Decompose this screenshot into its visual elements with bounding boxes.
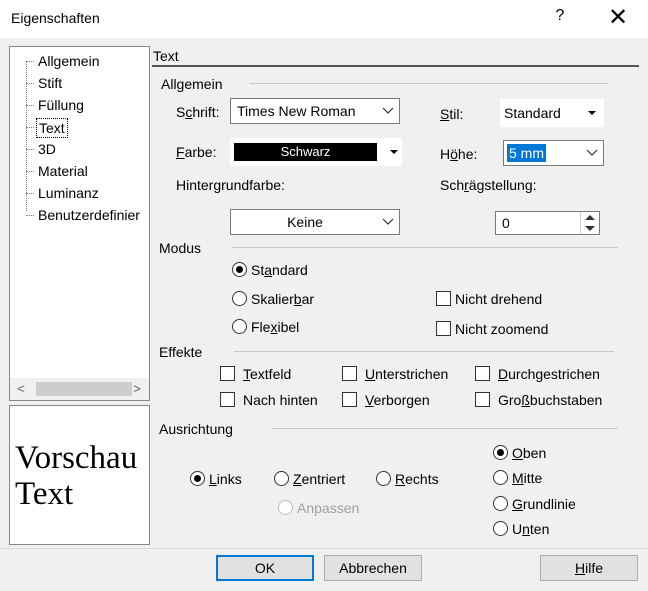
chevron-down-icon — [381, 103, 395, 117]
abbrechen-button[interactable]: Abbrechen — [324, 555, 422, 581]
valign-grundlinie-radio[interactable] — [493, 496, 508, 511]
valign-unten-radio[interactable] — [493, 521, 508, 536]
stil-label: Stil: — [440, 106, 464, 122]
mode-flexibel-label[interactable]: Flexibel — [251, 319, 299, 335]
group-effekte-label: Effekte — [159, 344, 203, 360]
group-modus-label: Modus — [159, 240, 202, 256]
chevron-down-icon — [585, 145, 599, 159]
scroll-left-icon[interactable]: < — [12, 380, 30, 398]
nach-hinten-checkbox[interactable] — [220, 392, 235, 407]
scroll-right-icon[interactable]: > — [128, 380, 146, 398]
valign-unten-label[interactable]: Unten — [512, 521, 549, 537]
grossbuchstaben-checkbox[interactable] — [475, 392, 490, 407]
grossbuchstaben-label[interactable]: Großbuchstaben — [498, 392, 602, 408]
preview-box: Vorschau Text — [9, 405, 150, 545]
valign-mitte-radio[interactable] — [493, 470, 508, 485]
hilfe-button[interactable]: Hilfe — [540, 555, 638, 581]
style-select[interactable]: Standard — [500, 99, 604, 127]
group-divider — [272, 428, 618, 429]
mode-standard-label[interactable]: Standard — [251, 262, 308, 278]
valign-mitte-label[interactable]: Mitte — [512, 470, 542, 486]
chevron-down-icon — [381, 214, 395, 228]
valign-oben-label[interactable]: Oben — [512, 445, 546, 461]
durchgestrichen-checkbox[interactable] — [475, 366, 490, 381]
spin-down-icon[interactable] — [585, 226, 595, 231]
group-divider — [232, 247, 618, 248]
panel-title: Text — [153, 48, 179, 64]
tree-item-3d[interactable]: 3D — [36, 140, 58, 158]
ok-button[interactable]: OK — [216, 555, 314, 581]
tree-item-benutzerdefiniert[interactable]: Benutzerdefinier — [36, 206, 142, 224]
nicht-zoomend-label[interactable]: Nicht zoomend — [455, 321, 548, 337]
verborgen-checkbox[interactable] — [342, 392, 357, 407]
schrift-label: Schrift: — [176, 104, 220, 120]
tree-item-fuellung[interactable]: Füllung — [36, 96, 86, 114]
mode-skalierbar-label[interactable]: Skalierbar — [251, 291, 314, 307]
close-icon[interactable]: ✕ — [600, 3, 636, 33]
scroll-thumb[interactable] — [36, 382, 132, 396]
category-tree[interactable]: Allgemein Stift Füllung Text 3D Material… — [9, 46, 150, 401]
mode-skalierbar-radio[interactable] — [232, 291, 247, 306]
valign-oben-radio[interactable] — [493, 445, 508, 460]
font-select[interactable]: Times New Roman — [230, 98, 400, 124]
mode-standard-radio[interactable] — [232, 262, 247, 277]
align-links-label[interactable]: Links — [209, 471, 242, 487]
tree-item-luminanz[interactable]: Luminanz — [36, 184, 101, 202]
farbe-label: Farbe: — [176, 144, 217, 160]
preview-text: Vorschau Text — [15, 440, 138, 512]
group-allgemein-label: Allgemein — [161, 76, 223, 92]
textfeld-label[interactable]: Textfeld — [243, 366, 291, 382]
hoehe-label: Höhe: — [440, 146, 478, 162]
align-zentriert-label[interactable]: Zentriert — [293, 471, 345, 487]
color-swatch: Schwarz — [234, 143, 377, 161]
spin-up-icon[interactable] — [585, 215, 595, 220]
textfeld-checkbox[interactable] — [220, 366, 235, 381]
unterstrichen-label[interactable]: Unterstrichen — [365, 366, 448, 382]
skew-spinner[interactable]: 0 — [495, 211, 600, 235]
group-ausrichtung-label: Ausrichtung — [159, 421, 233, 437]
durchgestrichen-label[interactable]: Durchgestrichen — [498, 366, 600, 382]
nicht-drehend-checkbox[interactable] — [436, 291, 451, 306]
align-rechts-radio[interactable] — [376, 471, 391, 486]
group-divider — [250, 83, 608, 84]
dropdown-arrow-icon — [588, 111, 596, 115]
valign-grundlinie-label[interactable]: Grundlinie — [512, 496, 576, 512]
panel-divider — [152, 65, 639, 67]
schraeg-label: Schrägstellung: — [440, 177, 537, 193]
window-title: Eigenschaften — [11, 10, 100, 26]
anpassen-radio[interactable] — [278, 500, 293, 515]
height-select[interactable]: 5 mm — [503, 140, 604, 166]
mode-flexibel-radio[interactable] — [232, 319, 247, 334]
align-links-radio[interactable] — [190, 471, 205, 486]
tree-item-stift[interactable]: Stift — [36, 74, 64, 92]
nicht-drehend-label[interactable]: Nicht drehend — [455, 291, 542, 307]
align-zentriert-radio[interactable] — [274, 471, 289, 486]
unterstrichen-checkbox[interactable] — [342, 366, 357, 381]
dropdown-arrow-icon — [390, 150, 398, 154]
group-divider — [234, 351, 614, 352]
nicht-zoomend-checkbox[interactable] — [436, 321, 451, 336]
tree-item-text[interactable]: Text — [36, 118, 68, 138]
color-select[interactable]: Schwarz — [230, 138, 402, 166]
hintergrund-label: Hintergrundfarbe: — [176, 177, 285, 193]
help-icon[interactable]: ? — [552, 7, 568, 25]
anpassen-label[interactable]: Anpassen — [297, 500, 359, 516]
tree-item-allgemein[interactable]: Allgemein — [36, 52, 101, 70]
align-rechts-label[interactable]: Rechts — [395, 471, 439, 487]
tree-horizontal-scrollbar[interactable]: < > — [10, 378, 149, 400]
tree-item-material[interactable]: Material — [36, 162, 90, 180]
verborgen-label[interactable]: Verborgen — [365, 392, 430, 408]
background-color-select[interactable]: Keine — [230, 209, 400, 235]
nach-hinten-label[interactable]: Nach hinten — [243, 392, 318, 408]
